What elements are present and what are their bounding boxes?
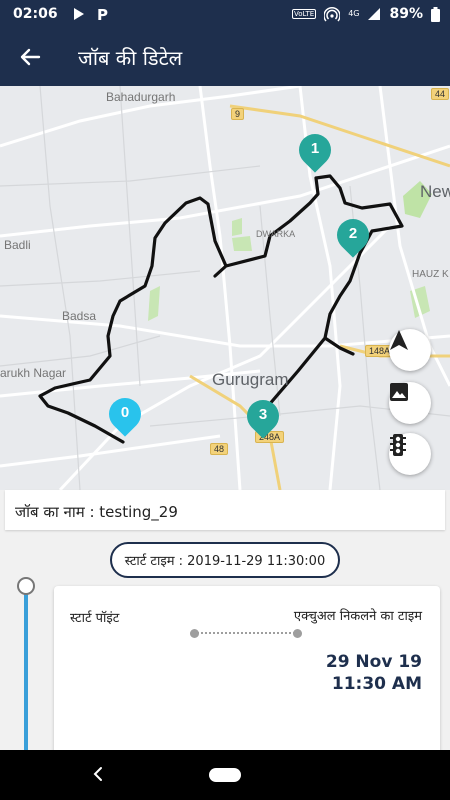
nav-home-button[interactable] [209, 768, 241, 782]
marker-label: 0 [120, 404, 130, 421]
exit-time: 11:30 AM [331, 674, 422, 694]
status-bar: 02:06 P VoLTE 4G 89% [0, 0, 450, 28]
map-marker-3[interactable]: 3 [240, 393, 286, 440]
marker-label: 3 [258, 406, 268, 423]
marker-label: 1 [310, 140, 320, 157]
navigation-arrow-icon [390, 330, 408, 350]
traffic-light-icon [390, 434, 406, 456]
dotted-connector [190, 628, 302, 638]
actual-exit-time-label: एक्चुअल निकलने का टाइम [293, 609, 422, 624]
page-title: जॉब की डिटेल [78, 45, 183, 70]
signal-icon [367, 7, 381, 21]
exit-date: 29 Nov 19 [325, 652, 422, 672]
arrow-left-icon [20, 48, 41, 66]
road-shield-48: 48 [210, 443, 229, 455]
svg-text:P: P [97, 6, 108, 22]
nav-back-button[interactable] [88, 762, 108, 786]
map-label-badsa: Badsa [62, 309, 97, 323]
play-store-icon [72, 7, 86, 21]
battery-percent: 89% [389, 6, 423, 22]
hotspot-icon [324, 6, 341, 22]
route-map[interactable]: Bahadurgarh New DWARKA Badli HAUZ K Bads… [0, 86, 450, 490]
map-type-button[interactable] [389, 382, 431, 424]
start-point-card: स्टार्ट पॉइंट एक्चुअल निकलने का टाइम 29 … [54, 586, 440, 756]
map-marker-1[interactable]: 1 [292, 127, 338, 174]
navigate-button[interactable] [389, 329, 431, 371]
back-button[interactable] [0, 28, 60, 86]
map-label-dwarka: DWARKA [256, 229, 296, 239]
status-time: 02:06 [13, 6, 58, 22]
timeline-node-icon [17, 577, 35, 595]
start-time-label: स्टार्ट टाइम : 2019-11-29 11:30:00 [124, 554, 326, 569]
volte-icon: VoLTE [292, 9, 317, 19]
map-label-badli: Badli [4, 238, 31, 252]
map-label-hauz-k: HAUZ K [412, 269, 449, 280]
map-label-new: New [420, 182, 450, 201]
timeline-panel: स्टार्ट टाइम : 2019-11-29 11:30:00 स्टार… [0, 534, 450, 756]
start-point-label: स्टार्ट पॉइंट [70, 611, 120, 626]
image-landscape-icon [390, 383, 408, 401]
start-time-pill: स्टार्ट टाइम : 2019-11-29 11:30:00 [110, 542, 340, 578]
map-label-bahadurgarh: Bahadurgarh [106, 90, 176, 104]
map-label-gurugram: Gurugram [212, 370, 289, 389]
job-name-section: जॉब का नाम : testing_29 [0, 490, 450, 534]
timeline-line [24, 592, 28, 752]
system-nav-bar [0, 750, 450, 800]
map-marker-0[interactable]: 0 [102, 391, 148, 438]
chevron-left-icon [93, 767, 102, 781]
screen: 02:06 P VoLTE 4G 89% जॉब की डिटेल Bahadu… [0, 0, 450, 800]
network-type-icon: 4G [348, 9, 360, 18]
battery-icon [431, 6, 440, 22]
app-bar: जॉब की डिटेल [0, 28, 450, 86]
map-canvas [0, 86, 450, 490]
road-shield-9: 9 [231, 108, 245, 120]
job-name-card: जॉब का नाम : testing_29 [5, 490, 445, 530]
road-shield-44: 44 [431, 88, 450, 100]
marker-label: 2 [348, 225, 358, 242]
status-left-icons: P [72, 6, 110, 22]
map-label-farukh-nagar: arukh Nagar [0, 366, 67, 380]
status-right-icons: VoLTE 4G 89% [292, 6, 440, 22]
parking-app-icon: P [96, 6, 110, 22]
job-name-label: जॉब का नाम : testing_29 [15, 503, 178, 521]
map-marker-2[interactable]: 2 [330, 212, 376, 259]
traffic-button[interactable] [389, 433, 431, 475]
